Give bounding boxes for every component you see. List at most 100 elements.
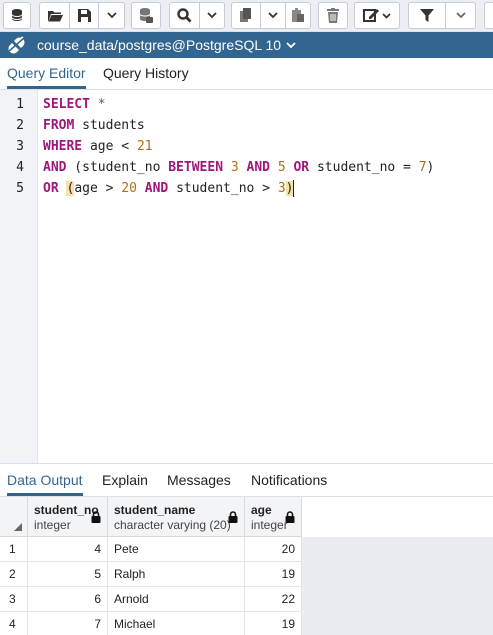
column-name: student_name — [114, 503, 196, 517]
lock-icon — [228, 511, 238, 523]
paste-button[interactable] — [285, 3, 310, 28]
search-icon — [177, 8, 192, 23]
sql-keyword: AND — [144, 181, 169, 196]
sql-keyword: AND — [43, 160, 67, 175]
save-options-dropdown[interactable] — [98, 3, 124, 28]
code-text: age > — [74, 181, 122, 196]
open-folder-icon — [47, 11, 63, 22]
save-file-button[interactable] — [69, 3, 98, 28]
sql-number: 3 — [230, 160, 239, 175]
chevron-down-icon — [207, 12, 217, 19]
code-text: (student_no — [66, 160, 169, 175]
save-icon — [77, 9, 91, 22]
column-header-student-name[interactable]: student_name character varying (20) — [108, 497, 245, 537]
copy-button[interactable] — [232, 3, 260, 28]
column-type: character varying (20) — [114, 518, 231, 532]
cell-age[interactable]: 19 — [245, 612, 302, 635]
search-options-dropdown[interactable] — [199, 3, 224, 28]
clipboard-button-group — [231, 2, 311, 29]
connection-label[interactable]: course_data/postgres@PostgreSQL 10 — [32, 37, 281, 53]
query-tool-window: course_data/postgres@PostgreSQL 10 Query… — [0, 0, 493, 635]
line-number: 4 — [16, 160, 24, 175]
row-number[interactable]: 3 — [0, 587, 28, 612]
cell-student-no[interactable]: 7 — [28, 612, 108, 635]
grid-empty-area — [302, 537, 493, 635]
cell-age[interactable]: 22 — [245, 587, 302, 612]
chevron-down-icon[interactable] — [286, 41, 296, 49]
toolbar — [0, 0, 493, 32]
row-number[interactable]: 1 — [0, 537, 28, 562]
column-name: age — [251, 503, 272, 517]
sql-number: 7 — [418, 160, 427, 175]
select-all-corner[interactable] — [0, 497, 28, 537]
sql-keyword: OR — [293, 160, 310, 175]
cell-student-no[interactable]: 4 — [28, 537, 108, 562]
code-text: student_no = — [309, 160, 419, 175]
cell-age[interactable]: 19 — [245, 562, 302, 587]
connection-status-icon[interactable] — [0, 32, 32, 58]
cell-student-name[interactable]: Pete — [108, 537, 245, 562]
code-text: age < — [82, 139, 137, 154]
code-text: ) — [426, 160, 435, 175]
edit-icon — [363, 9, 391, 22]
search-button[interactable] — [170, 3, 199, 28]
copy-options-dropdown[interactable] — [260, 3, 285, 28]
cell-student-no[interactable]: 6 — [28, 587, 108, 612]
line-number: 1 — [16, 97, 24, 112]
tab-notifications[interactable]: Notifications — [251, 465, 327, 496]
matched-paren-close: ) — [285, 181, 294, 196]
sql-number: 5 — [277, 160, 286, 175]
connection-bar[interactable]: course_data/postgres@PostgreSQL 10 — [0, 32, 493, 58]
open-file-button[interactable] — [40, 3, 69, 28]
filter-options-dropdown[interactable] — [445, 3, 475, 28]
line-number: 5 — [16, 181, 24, 196]
copy-icon — [240, 8, 251, 22]
edit-button[interactable] — [355, 3, 399, 28]
more-toolbar-button[interactable] — [484, 2, 493, 29]
search-button-group — [169, 2, 225, 29]
sql-keyword: FROM — [43, 118, 75, 133]
column-type: integer — [34, 518, 71, 532]
code-line[interactable]: OR (age > 20 AND student_no > 3) — [43, 178, 295, 199]
database-stack-button[interactable] — [131, 2, 161, 29]
code-line[interactable]: WHERE age < 21 — [43, 136, 153, 157]
lock-icon — [91, 511, 101, 523]
column-type: integer — [251, 518, 288, 532]
sql-number: 20 — [121, 181, 137, 196]
cell-student-name[interactable]: Michael — [108, 612, 245, 635]
column-header-age[interactable]: age integer — [245, 497, 302, 537]
tab-explain[interactable]: Explain — [102, 465, 148, 496]
column-header-student-no[interactable]: student_no integer — [28, 497, 108, 537]
database-connect-icon — [11, 8, 23, 21]
delete-button[interactable] — [318, 2, 348, 29]
tab-query-history[interactable]: Query History — [103, 58, 189, 89]
code-text: students — [74, 118, 145, 133]
results-grid[interactable]: student_no integer student_name characte… — [0, 497, 493, 635]
code-line[interactable]: FROM students — [43, 115, 145, 136]
database-stack-icon — [139, 8, 153, 23]
filter-button-group — [408, 2, 476, 29]
edit-button-group — [354, 2, 400, 29]
tab-data-output[interactable]: Data Output — [7, 465, 83, 496]
row-number[interactable]: 2 — [0, 562, 28, 587]
line-number: 3 — [16, 139, 24, 154]
code-line[interactable]: AND (student_no BETWEEN 3 AND 5 OR stude… — [43, 157, 434, 178]
cell-age[interactable]: 20 — [245, 537, 302, 562]
editor-tabs: Query Editor Query History — [0, 58, 493, 90]
output-tabs: Data Output Explain Messages Notificatio… — [0, 465, 493, 497]
sql-number: 21 — [136, 139, 153, 154]
tab-query-editor[interactable]: Query Editor — [7, 58, 86, 89]
cell-student-name[interactable]: Arnold — [108, 587, 245, 612]
line-number-gutter: 1 2 3 4 5 — [0, 90, 38, 463]
cell-student-no[interactable]: 5 — [28, 562, 108, 587]
database-connect-button[interactable] — [3, 2, 31, 29]
row-number[interactable]: 4 — [0, 612, 28, 635]
sql-editor[interactable]: 1 2 3 4 5 SELECT * FROM students WHERE a… — [0, 90, 493, 464]
code-line[interactable]: SELECT * — [43, 94, 106, 115]
cell-student-name[interactable]: Ralph — [108, 562, 245, 587]
tab-messages[interactable]: Messages — [167, 465, 231, 496]
line-number: 2 — [16, 118, 24, 133]
filter-button[interactable] — [409, 3, 445, 28]
chevron-down-icon — [268, 12, 278, 19]
text-cursor — [293, 180, 295, 197]
